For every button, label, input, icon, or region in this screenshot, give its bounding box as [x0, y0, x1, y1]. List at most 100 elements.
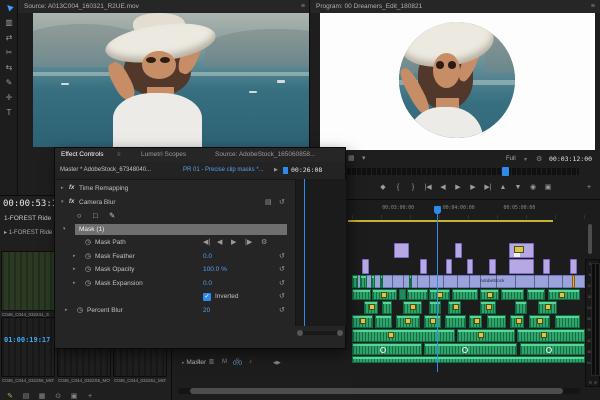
icon-view-icon[interactable]: ▦	[34, 392, 50, 400]
timeline-clip[interactable]	[446, 259, 452, 274]
keyframe-nav-icon[interactable]: ◀|	[203, 236, 210, 250]
master-clip-label[interactable]: Master * AdobeStock_67348040...	[60, 162, 151, 179]
scrollbar-knob[interactable]	[190, 388, 563, 394]
param-value[interactable]: 100.0 %	[203, 263, 227, 277]
pen-tool-icon[interactable]: ✎	[0, 75, 18, 90]
button-editor-button[interactable]: +	[582, 181, 596, 195]
keyframe-marker[interactable]	[388, 332, 394, 338]
tab-lumetri-scopes[interactable]: Lumetri Scopes	[141, 148, 196, 162]
twirl-arrow-icon[interactable]: ▾	[61, 196, 64, 210]
mute-button[interactable]: M	[218, 359, 231, 365]
type-tool-icon[interactable]: T	[0, 105, 18, 120]
comparison-view-button[interactable]: ▣	[541, 181, 555, 195]
timeline-clip[interactable]	[555, 315, 581, 328]
new-bin-icon[interactable]: ▣	[66, 392, 82, 400]
timeline-ruler[interactable]: 00:03:00:0000:04:00:0000:05:00:00	[352, 204, 585, 219]
project-bin-row[interactable]: ▸ 1-FOREST Ride	[4, 229, 52, 236]
new-item-icon[interactable]: +	[82, 393, 98, 400]
output-select-icon[interactable]: ▾	[362, 154, 366, 162]
panel-menu-icon[interactable]: ≡	[301, 0, 305, 13]
twirl-arrow-icon[interactable]: ▸	[61, 182, 64, 196]
timeline-clip[interactable]	[371, 275, 376, 288]
source-monitor-image[interactable]	[33, 13, 310, 147]
extract-button[interactable]: ▼	[511, 181, 525, 195]
sequence-clip-label[interactable]: PR 01 - Precise clip masks *...	[183, 162, 264, 179]
timeline-vertical-scrollbar[interactable]	[588, 224, 592, 254]
timeline-clip[interactable]	[527, 289, 546, 300]
mask-selected-row[interactable]: Mask (1)	[75, 224, 287, 235]
timeline-clip[interactable]	[375, 315, 391, 328]
param-value[interactable]: 0.0	[203, 250, 212, 264]
timeline-clip[interactable]	[538, 301, 557, 314]
timeline-clip[interactable]	[572, 275, 575, 288]
timeline-clip[interactable]	[382, 301, 391, 314]
timeline-clip[interactable]	[570, 259, 577, 274]
keyframe-marker[interactable]	[487, 292, 493, 298]
mark-in-button[interactable]: {	[391, 181, 405, 195]
timeline-clip[interactable]	[352, 329, 455, 342]
panel-menu-icon[interactable]: ≡	[591, 0, 595, 13]
reset-param-icon[interactable]: ↺	[279, 304, 285, 318]
project-clip-item[interactable]: C046_C044_032241_S	[2, 252, 54, 317]
scrollbar-knob[interactable]	[297, 330, 303, 336]
project-clip-item[interactable]: 01:00:19:17C046_C044_032255_MOV_A01	[2, 318, 54, 383]
master-volume-value[interactable]: 0.0	[233, 360, 242, 367]
stopwatch-icon[interactable]: ◷	[77, 304, 83, 318]
timeline-clip[interactable]	[457, 329, 515, 342]
play-icon[interactable]: ▶	[274, 162, 278, 179]
timeline-clip[interactable]	[403, 301, 422, 314]
reset-param-icon[interactable]: ↺	[279, 290, 285, 304]
keyframe-nav-icon[interactable]: |▶	[245, 236, 252, 250]
timeline-clip[interactable]	[364, 301, 378, 314]
go-to-out-button[interactable]: ▶|	[481, 181, 495, 195]
keyframe-marker[interactable]	[486, 304, 492, 310]
twirl-arrow-icon[interactable]: ▸	[73, 263, 76, 277]
reset-param-icon[interactable]: ↺	[279, 263, 285, 277]
keyframe-nav-icon[interactable]: ▶	[231, 236, 236, 250]
keyframe-marker[interactable]	[478, 332, 484, 338]
timeline-clip[interactable]	[399, 289, 406, 300]
stopwatch-icon[interactable]: ◷	[85, 250, 91, 264]
timeline-clip[interactable]	[548, 289, 581, 300]
timeline-clip[interactable]	[429, 289, 450, 300]
timeline-clip[interactable]	[352, 315, 373, 328]
timeline-clip[interactable]	[352, 356, 585, 363]
timeline-clip[interactable]	[445, 315, 466, 328]
timeline-clip[interactable]	[409, 275, 412, 288]
settings-wrench-icon[interactable]: ⚙	[536, 155, 542, 163]
twirl-arrow-icon[interactable]: ▸	[65, 304, 68, 318]
timeline-clip[interactable]	[352, 343, 422, 355]
param-value[interactable]: 0.0	[203, 277, 212, 291]
panel-menu-icon[interactable]: ≡	[117, 148, 121, 162]
ripple-edit-tool-icon[interactable]: ⇄	[0, 30, 18, 45]
add-marker-button[interactable]: ◆	[376, 181, 390, 195]
keyframe-circle[interactable]	[546, 347, 552, 353]
twirl-arrow-icon[interactable]: ▸	[73, 277, 76, 291]
inverted-checkbox[interactable]: ✓	[203, 293, 211, 301]
timeline-clip[interactable]	[517, 329, 585, 342]
twirl-arrow-icon[interactable]: ▸	[73, 250, 76, 264]
stopwatch-icon[interactable]: ◷	[85, 236, 91, 250]
stopwatch-icon[interactable]: ◷	[85, 263, 91, 277]
step-forward-button[interactable]: ▶	[466, 181, 480, 195]
mark-out-button[interactable]: }	[406, 181, 420, 195]
timeline-clip[interactable]	[510, 315, 524, 328]
tab-source-clip[interactable]: Source: AdobeStock_165060858...	[215, 148, 337, 162]
timeline-clip[interactable]	[467, 259, 473, 274]
keyframe-marker[interactable]	[453, 304, 459, 310]
master-track-row[interactable]: ▸ Master	[182, 359, 206, 366]
timeline-clip[interactable]	[543, 259, 550, 274]
razor-tool-icon[interactable]: ✂	[0, 45, 18, 60]
timeline-clip[interactable]	[352, 289, 371, 300]
reset-param-icon[interactable]: ↺	[279, 277, 285, 291]
keyframe-marker[interactable]	[410, 304, 416, 310]
list-view-icon[interactable]: ▤	[18, 392, 34, 400]
timeline-clip[interactable]	[424, 343, 517, 355]
keyframe-marker[interactable]	[405, 318, 411, 324]
program-playhead[interactable]	[502, 167, 509, 176]
timeline-clip[interactable]	[501, 289, 524, 300]
timeline-clip[interactable]	[429, 301, 441, 314]
keyframe-marker[interactable]	[369, 304, 375, 310]
reset-effect-icon[interactable]: ↺	[279, 196, 285, 210]
keyframe-marker[interactable]	[381, 292, 387, 298]
